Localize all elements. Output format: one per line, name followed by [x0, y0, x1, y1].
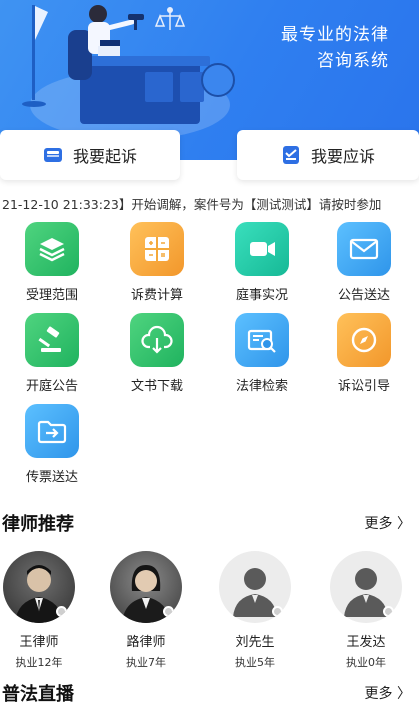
lawyer-name: 路律师 [126, 635, 166, 650]
avatar [3, 551, 75, 623]
lawyer-card[interactable]: 王律师 执业12年 [0, 551, 81, 670]
lawyer-years: 执业7年 [126, 656, 166, 669]
service-label: 法律检索 [235, 379, 288, 394]
lawyer-card[interactable]: 路律师 执业7年 [104, 551, 188, 670]
lawyer-name: 王律师 [19, 635, 59, 650]
video-camera-icon [235, 222, 289, 276]
lawyers-more-link[interactable]: 更多 〉 [365, 513, 411, 533]
service-fee-calculator[interactable]: 诉费计算 [122, 222, 192, 303]
service-label: 受理范围 [25, 288, 78, 303]
sue-label: 我要起诉 [72, 147, 137, 166]
lawyer-years: 执业0年 [346, 656, 386, 669]
service-label: 文书下载 [130, 379, 183, 394]
service-summons-delivery[interactable]: 传票送达 [17, 404, 87, 485]
checklist-icon [281, 145, 301, 165]
service-hearing-notice[interactable]: 开庭公告 [17, 313, 87, 394]
respond-button[interactable]: 我要应诉 [237, 130, 419, 180]
live-section-title: 普法直播 [2, 684, 74, 705]
sue-button[interactable]: 我要起诉 [0, 130, 180, 180]
service-label: 公告送达 [337, 288, 390, 303]
service-label: 诉费计算 [130, 288, 183, 303]
service-label: 诉讼引导 [337, 379, 390, 394]
lawyer-years: 执业5年 [235, 656, 275, 669]
avatar [330, 551, 402, 623]
avatar [110, 551, 182, 623]
service-document-download[interactable]: 文书下载 [122, 313, 192, 394]
service-acceptance-scope[interactable]: 受理范围 [17, 222, 87, 303]
status-dot [383, 606, 394, 617]
tagline-line-2: 咨询系统 [317, 51, 389, 71]
lawyers-section-title: 律师推荐 [2, 514, 74, 535]
service-court-live[interactable]: 庭事实况 [227, 222, 297, 303]
folder-arrow-icon [25, 404, 79, 458]
calculator-icon [130, 222, 184, 276]
service-label: 开庭公告 [25, 379, 78, 394]
envelope-icon [337, 222, 391, 276]
lawyers-section-header: 律师推荐 更多 〉 [0, 510, 419, 538]
live-more-link[interactable]: 更多 〉 [365, 683, 411, 703]
gavel-icon [25, 313, 79, 367]
service-label: 庭事实况 [235, 288, 288, 303]
lawyer-card[interactable]: 王发达 执业0年 [324, 551, 408, 670]
lawyer-illustration [22, 5, 235, 124]
lawyer-name: 王发达 [346, 635, 386, 650]
search-card-icon [235, 313, 289, 367]
lawyer-name: 刘先生 [235, 635, 275, 650]
status-dot [272, 606, 283, 617]
respond-label: 我要应诉 [310, 147, 375, 166]
compass-icon [337, 313, 391, 367]
status-dot [163, 606, 174, 617]
cloud-download-icon [130, 313, 184, 367]
banner-tagline: 最专业的法律 咨询系统 [281, 22, 389, 74]
lawyer-card[interactable]: 刘先生 执业5年 [213, 551, 297, 670]
layers-icon [25, 222, 79, 276]
service-law-search[interactable]: 法律检索 [227, 313, 297, 394]
tagline-line-1: 最专业的法律 [281, 25, 389, 45]
notice-ticker[interactable]: 21-12-10 21:33:23】开始调解，案件号为【测试测试】请按时参加 [0, 194, 419, 216]
avatar [219, 551, 291, 623]
service-label: 传票送达 [25, 470, 78, 485]
status-dot [56, 606, 67, 617]
service-litigation-guide[interactable]: 诉讼引导 [329, 313, 399, 394]
inbox-icon [43, 145, 63, 165]
live-section-header: 普法直播 更多 〉 [0, 680, 419, 708]
service-announcement[interactable]: 公告送达 [329, 222, 399, 303]
ticker-text: 21-12-10 21:33:23】开始调解，案件号为【测试测试】请按时参加 [2, 197, 382, 212]
lawyer-years: 执业12年 [15, 656, 63, 669]
